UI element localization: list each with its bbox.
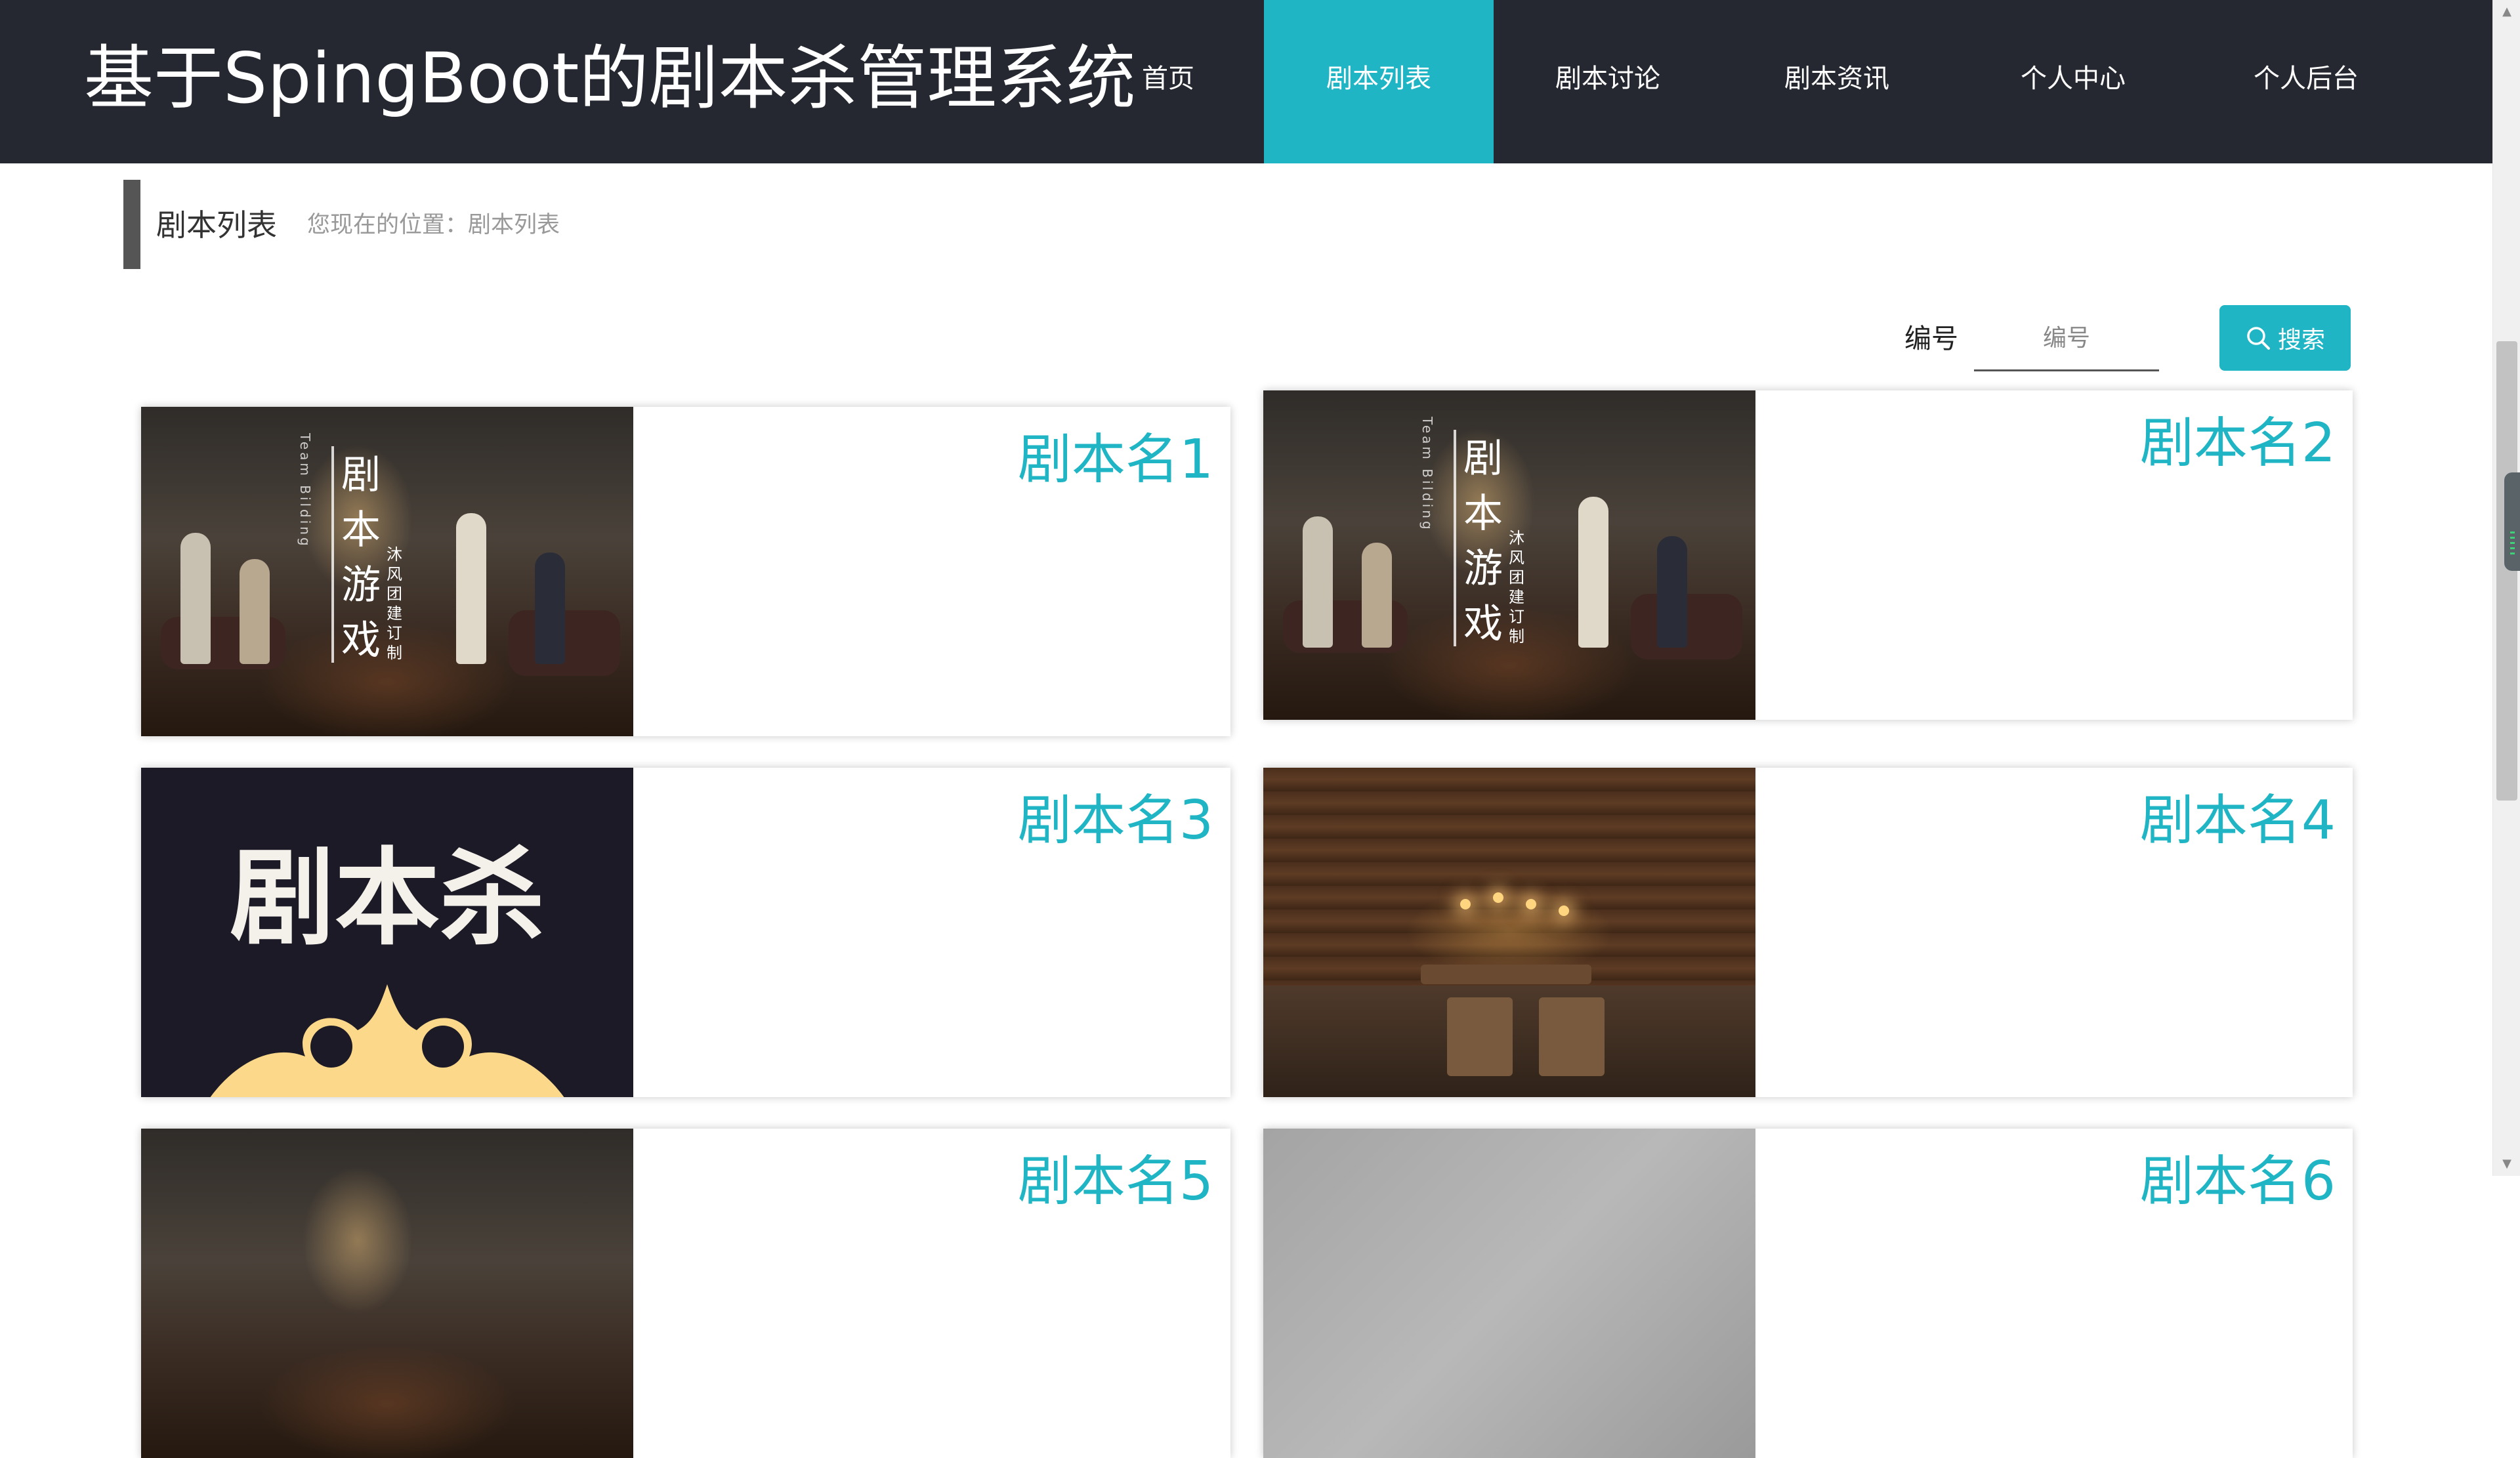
poster-latin-text: Team Bilding — [297, 433, 313, 549]
poster-vertical-subtitle: 沐风团建订制 — [1509, 529, 1524, 646]
script-cover-image — [1263, 768, 1755, 1097]
script-title[interactable]: 剧本名3 — [1018, 785, 1213, 857]
script-cover-image: 剧本杀 — [141, 768, 633, 1097]
script-title[interactable]: 剧本名4 — [2140, 785, 2336, 857]
script-card[interactable]: 剧本名6 — [1263, 1129, 2353, 1458]
search-input[interactable] — [1974, 307, 2159, 371]
nav-item-home[interactable]: 首页 — [1089, 0, 1247, 163]
search-button[interactable]: 搜索 — [2219, 305, 2351, 371]
script-cover-image: Team Bilding 剧本游戏 沐风团建订制 — [141, 407, 633, 736]
side-panel-handle[interactable] — [2504, 472, 2520, 571]
script-cover-image — [141, 1129, 633, 1458]
poster-logo-text: 剧本杀 — [229, 836, 545, 959]
breadcrumb: 您现在的位置：剧本列表 — [307, 212, 560, 238]
site-title: 基于SpingBoot的剧本杀管理系统 — [84, 38, 1136, 119]
crown-icon — [210, 984, 564, 1097]
breadcrumb-accent-bar — [123, 180, 140, 269]
scroll-up-arrow-icon[interactable]: ▲ — [2493, 0, 2520, 24]
page-title: 剧本列表 — [156, 207, 277, 243]
search-field-label: 编号 — [1904, 323, 1958, 354]
nav-item-admin-backend[interactable]: 个人后台 — [2194, 0, 2418, 163]
nav-item-user-center[interactable]: 个人中心 — [1952, 0, 2194, 163]
script-title[interactable]: 剧本名6 — [2140, 1146, 2336, 1218]
script-card[interactable]: Team Bilding 剧本游戏 沐风团建订制 剧本名2 — [1263, 390, 2353, 720]
script-cover-image — [1263, 1129, 1755, 1458]
nav-item-script-news[interactable]: 剧本资讯 — [1722, 0, 1952, 163]
top-navigation-bar: 基于SpingBoot的剧本杀管理系统 首页 剧本列表 剧本讨论 剧本资讯 个人… — [0, 0, 2492, 163]
search-button-label: 搜索 — [2277, 327, 2325, 354]
script-title[interactable]: 剧本名2 — [2140, 407, 2336, 480]
scrollbar-thumb[interactable] — [2496, 341, 2517, 801]
script-card[interactable]: 剧本名5 — [141, 1129, 1230, 1458]
script-cover-image: Team Bilding 剧本游戏 沐风团建订制 — [1263, 390, 1755, 720]
poster-vertical-title: 剧本游戏 — [1463, 436, 1503, 647]
poster-latin-text: Team Bilding — [1419, 417, 1435, 532]
search-icon — [2245, 325, 2271, 351]
script-card[interactable]: 剧本名4 — [1263, 768, 2353, 1097]
script-card[interactable]: Team Bilding 剧本游戏 沐风团建订制 剧本名1 — [141, 407, 1230, 736]
nav-item-script-discussion[interactable]: 剧本讨论 — [1494, 0, 1722, 163]
script-title[interactable]: 剧本名1 — [1018, 424, 1213, 496]
script-card[interactable]: 剧本杀 剧本名3 — [141, 768, 1230, 1097]
poster-vertical-title: 剧本游戏 — [341, 452, 381, 663]
nav-item-script-list[interactable]: 剧本列表 — [1264, 0, 1494, 163]
script-title[interactable]: 剧本名5 — [1018, 1146, 1213, 1218]
page-scrollbar[interactable]: ▲ ▼ — [2492, 0, 2520, 1176]
poster-vertical-subtitle: 沐风团建订制 — [387, 545, 402, 662]
scroll-down-arrow-icon[interactable]: ▼ — [2493, 1152, 2520, 1176]
